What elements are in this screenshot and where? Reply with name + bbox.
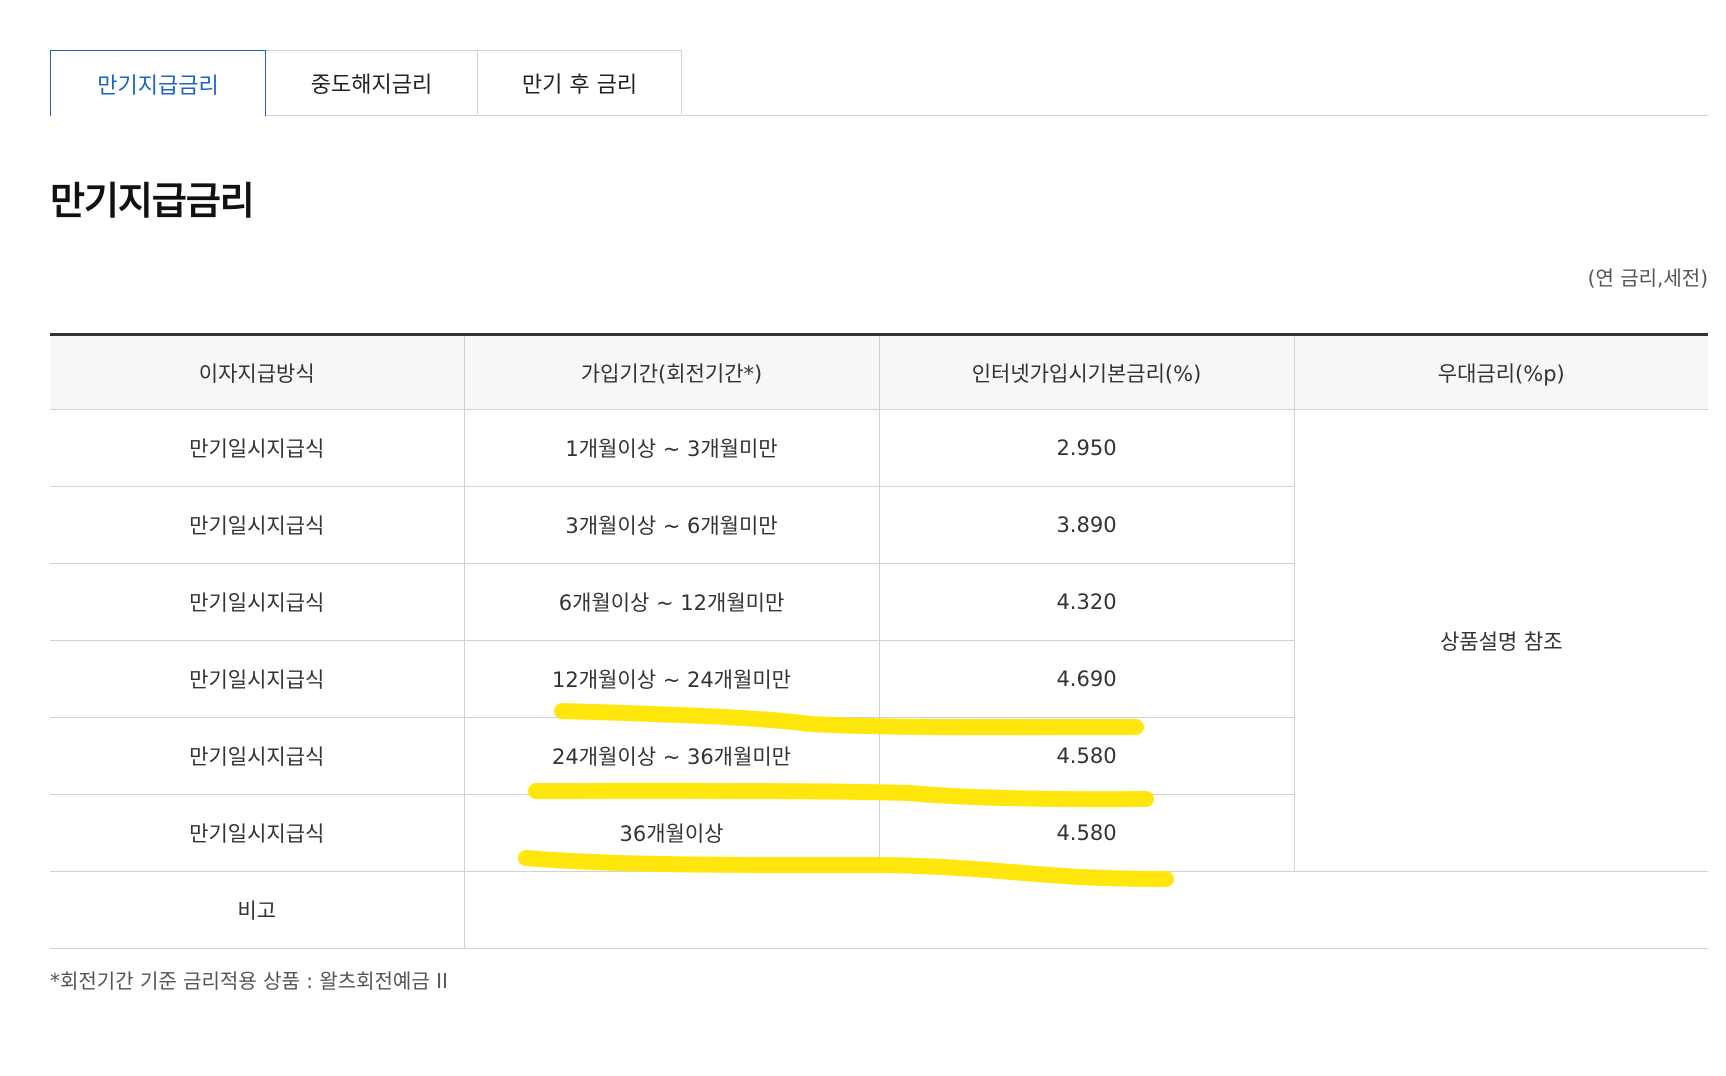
cell-method: 만기일시지급식 bbox=[50, 640, 464, 718]
rate-tabs: 만기지급금리 중도해지금리 만기 후 금리 bbox=[50, 50, 1708, 116]
cell-period: 24개월이상 ~ 36개월미만 bbox=[463, 717, 879, 795]
cell-method: 만기일시지급식 bbox=[50, 563, 464, 641]
header-period: 가입기간(회전기간*) bbox=[463, 334, 879, 410]
remarks-label: 비고 bbox=[50, 871, 464, 949]
cell-method: 만기일시지급식 bbox=[50, 717, 464, 795]
tab-early-termination-rate[interactable]: 중도해지금리 bbox=[265, 50, 478, 114]
cell-rate: 4.580 bbox=[878, 794, 1294, 872]
header-base-rate: 인터넷가입시기본금리(%) bbox=[878, 334, 1294, 410]
header-payment-method: 이자지급방식 bbox=[50, 334, 464, 410]
cell-rate: 4.320 bbox=[878, 563, 1294, 641]
cell-period: 12개월이상 ~ 24개월미만 bbox=[463, 640, 879, 718]
cell-rate: 4.690 bbox=[878, 640, 1294, 718]
section-title: 만기지급금리 bbox=[50, 179, 255, 223]
cell-method: 만기일시지급식 bbox=[50, 409, 464, 487]
cell-period: 3개월이상 ~ 6개월미만 bbox=[463, 486, 879, 564]
footnote: *회전기간 기준 금리적용 상품 : 왈츠회전예금 II bbox=[50, 969, 448, 993]
cell-rate: 2.950 bbox=[878, 409, 1294, 487]
tab-maturity-rate[interactable]: 만기지급금리 bbox=[50, 50, 266, 116]
cell-method: 만기일시지급식 bbox=[50, 486, 464, 564]
unit-note: (연 금리,세전) bbox=[1587, 266, 1708, 290]
header-preferential-rate: 우대금리(%p) bbox=[1293, 334, 1708, 410]
remarks-row: 비고 bbox=[50, 871, 1708, 949]
table-header-row: 이자지급방식 가입기간(회전기간*) 인터넷가입시기본금리(%) 우대금리(%p… bbox=[50, 334, 1708, 410]
cell-period: 1개월이상 ~ 3개월미만 bbox=[463, 409, 879, 487]
tab-post-maturity-rate[interactable]: 만기 후 금리 bbox=[477, 50, 682, 114]
rate-table: 이자지급방식 가입기간(회전기간*) 인터넷가입시기본금리(%) 우대금리(%p… bbox=[50, 333, 1708, 949]
cell-period: 36개월이상 bbox=[463, 794, 879, 872]
cell-preferential-rate: 상품설명 참조 bbox=[1293, 409, 1708, 872]
remarks-value bbox=[463, 871, 1708, 949]
cell-method: 만기일시지급식 bbox=[50, 794, 464, 872]
cell-period: 6개월이상 ~ 12개월미만 bbox=[463, 563, 879, 641]
table-row: 만기일시지급식 1개월이상 ~ 3개월미만 2.950 상품설명 참조 bbox=[50, 409, 1708, 872]
cell-rate: 3.890 bbox=[878, 486, 1294, 564]
cell-rate: 4.580 bbox=[878, 717, 1294, 795]
